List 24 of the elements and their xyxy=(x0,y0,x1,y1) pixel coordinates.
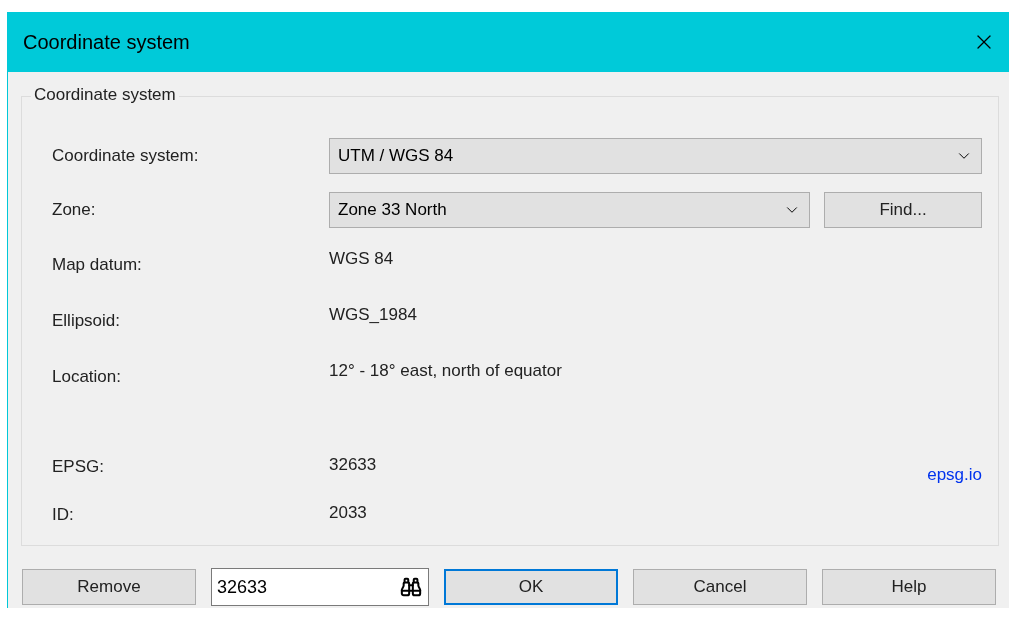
field-value: 32633 xyxy=(329,454,378,475)
find-button[interactable]: Find... xyxy=(824,192,982,228)
dialog-button[interactable]: Help xyxy=(822,569,996,605)
remove-button[interactable]: Remove xyxy=(22,569,196,605)
dropdown[interactable]: UTM / WGS 84 xyxy=(329,138,982,174)
dialog-button[interactable]: Cancel xyxy=(633,569,807,605)
field-label: ID: xyxy=(52,505,75,525)
field-label: Zone: xyxy=(52,200,97,220)
binoculars-icon xyxy=(400,576,422,598)
field-value: 2033 xyxy=(329,502,368,523)
field-label: Location: xyxy=(52,367,122,387)
field-value: WGS_1984 xyxy=(329,304,418,325)
field-label: Coordinate system: xyxy=(52,146,200,166)
field-label: Map datum: xyxy=(52,255,143,275)
dialog-button[interactable]: OK xyxy=(444,569,618,605)
field-label: Ellipsoid: xyxy=(52,311,122,331)
search-field[interactable]: 32633 xyxy=(211,568,429,606)
field-value: WGS 84 xyxy=(329,248,395,269)
field-value: 12° - 18° east, north of equator xyxy=(329,360,563,381)
window-title: Coordinate system xyxy=(23,30,190,54)
group-title: Coordinate system xyxy=(31,85,179,105)
dropdown[interactable]: Zone 33 North xyxy=(329,192,810,228)
field-label: EPSG: xyxy=(52,457,105,477)
epsg-link[interactable]: epsg.io xyxy=(927,465,982,491)
